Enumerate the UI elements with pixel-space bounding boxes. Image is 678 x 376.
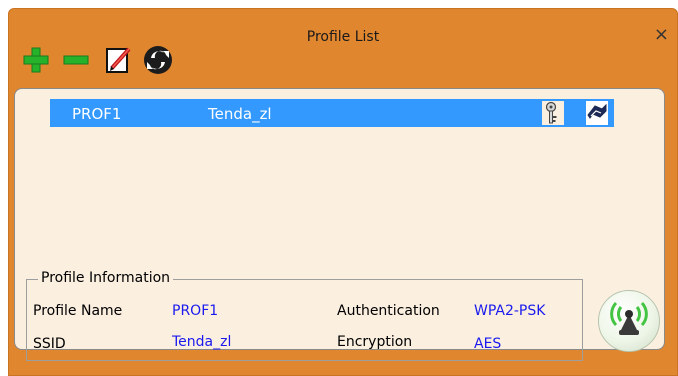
remove-profile-button[interactable] [60, 44, 92, 76]
window-title: Profile List [306, 29, 380, 45]
add-profile-button[interactable] [20, 44, 52, 76]
key-icon [542, 101, 564, 125]
edit-profile-button[interactable] [102, 44, 134, 76]
authentication-value: WPA2-PSK [474, 303, 546, 319]
profile-name-value: PROF1 [172, 303, 219, 319]
activate-profile-button[interactable] [142, 44, 174, 76]
profile-row-ssid: Tenda_zl [208, 105, 272, 123]
connected-icon [584, 101, 610, 125]
ssid-value: Tenda_zl [172, 334, 232, 350]
close-button[interactable]: × [654, 26, 669, 44]
authentication-label: Authentication [337, 303, 440, 319]
minus-icon [63, 55, 89, 65]
wifi-signal-icon [610, 301, 648, 335]
encryption-label: Encryption [337, 334, 413, 350]
profile-information-legend: Profile Information [38, 270, 174, 286]
connect-icon [144, 46, 172, 74]
profile-name-label: Profile Name [33, 303, 123, 319]
encryption-value: AES [474, 336, 502, 352]
profile-row-name: PROF1 [72, 105, 122, 123]
plus-icon [23, 47, 49, 73]
edit-icon [106, 47, 131, 73]
profile-row[interactable] [50, 99, 614, 127]
ssid-label: SSID [33, 336, 66, 352]
